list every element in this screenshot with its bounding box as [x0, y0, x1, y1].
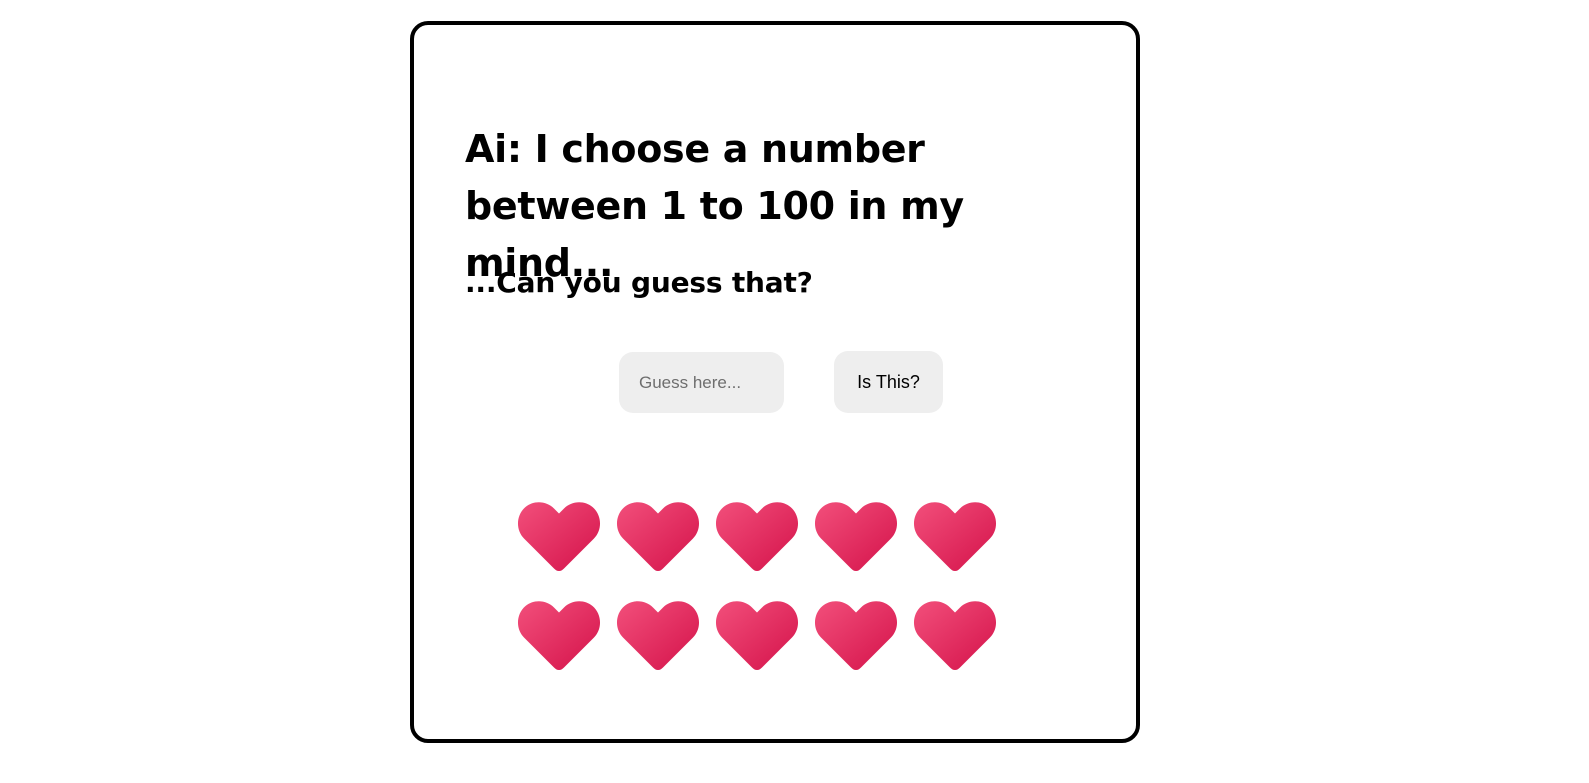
- heart-icon: [616, 499, 700, 573]
- heart-icon: [616, 598, 700, 672]
- lives-container: [517, 499, 1017, 697]
- guess-input[interactable]: [619, 352, 784, 413]
- heart-icon: [715, 598, 799, 672]
- game-subtitle: ...Can you guess that?: [465, 266, 813, 299]
- heart-icon: [814, 598, 898, 672]
- heart-icon: [913, 598, 997, 672]
- heart-icon: [517, 598, 601, 672]
- guess-submit-button[interactable]: Is This?: [834, 351, 943, 413]
- heart-icon: [913, 499, 997, 573]
- game-card: Ai: I choose a number between 1 to 100 i…: [410, 21, 1140, 743]
- heart-icon: [715, 499, 799, 573]
- heart-icon: [517, 499, 601, 573]
- heart-icon: [814, 499, 898, 573]
